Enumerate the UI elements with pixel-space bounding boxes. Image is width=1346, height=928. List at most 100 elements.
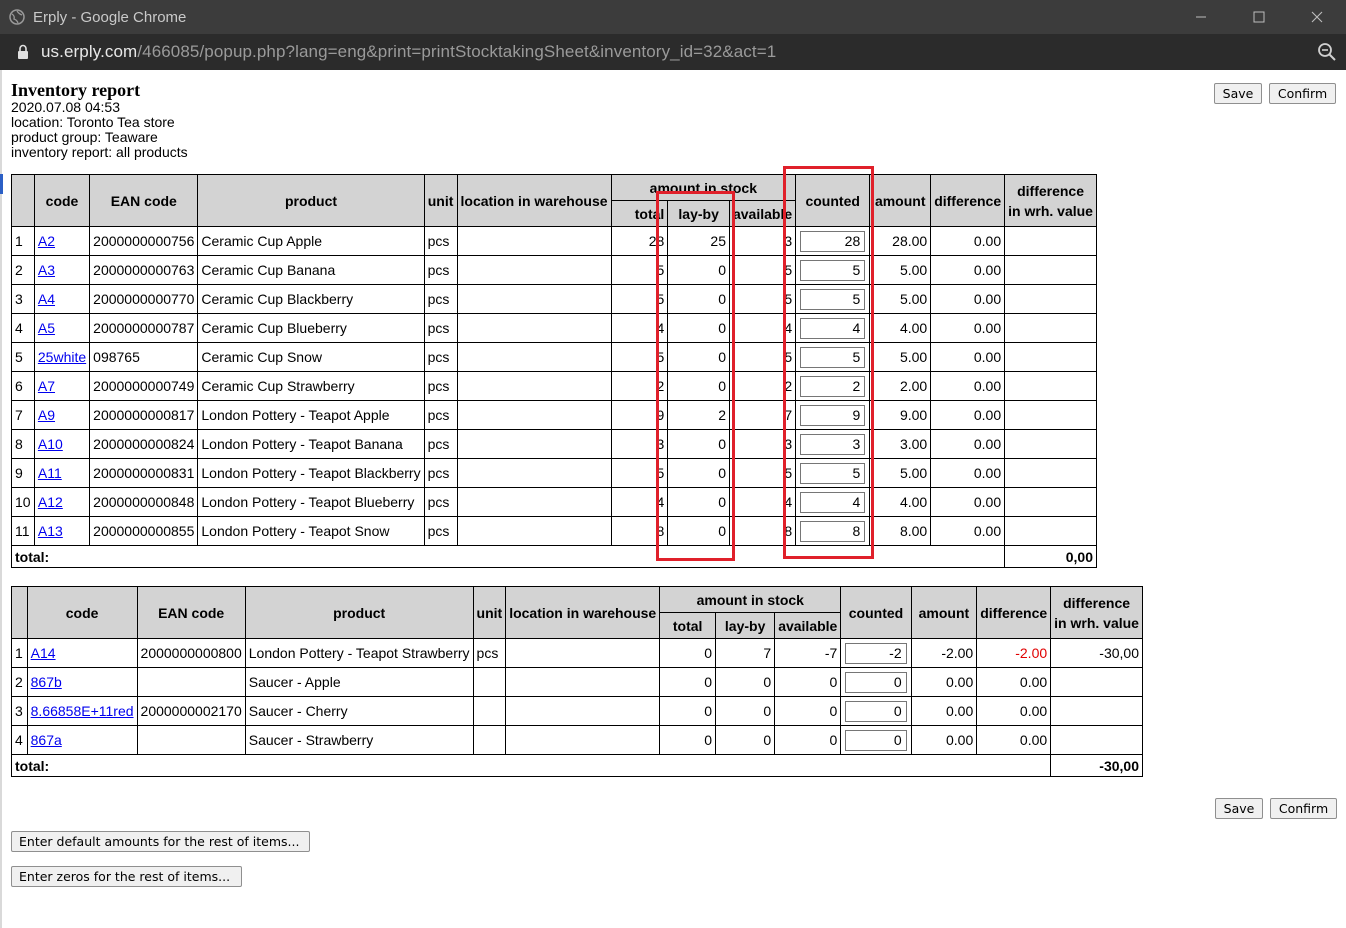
counted-input[interactable]: [800, 375, 866, 397]
product-code-link[interactable]: A9: [38, 407, 55, 423]
location-in-warehouse: [456, 458, 612, 488]
stock-available: 5: [728, 255, 797, 285]
product-name: London Pottery - Teapot Snow: [197, 516, 425, 546]
confirm-button-bottom[interactable]: Confirm: [1270, 798, 1337, 819]
location-in-warehouse: [505, 638, 661, 668]
amount: 2.00: [869, 371, 932, 401]
product-name: London Pottery - Teapot Banana: [197, 429, 425, 459]
col-difference: difference: [930, 174, 1006, 227]
product-code-link[interactable]: A4: [38, 291, 55, 307]
difference: -2.00: [976, 638, 1052, 668]
url-text[interactable]: us.erply.com/466085/popup.php?lang=eng&p…: [41, 42, 776, 62]
report-header: Inventory report 2020.07.08 04:53 locati…: [11, 81, 188, 160]
address-bar[interactable]: us.erply.com/466085/popup.php?lang=eng&p…: [0, 34, 1346, 70]
counted-input[interactable]: [845, 642, 907, 664]
product-code-link[interactable]: A7: [38, 378, 55, 394]
difference-in-value: [1004, 255, 1097, 285]
close-window-button[interactable]: [1288, 0, 1346, 34]
unit: pcs: [423, 400, 458, 430]
counted-input[interactable]: [800, 462, 866, 484]
enter-zeros-button[interactable]: Enter zeros for the rest of items...: [11, 866, 242, 887]
product-code-link[interactable]: A11: [38, 465, 62, 481]
stock-available: 3: [728, 429, 797, 459]
total-label: total:: [10, 754, 1052, 777]
table-row: 4867aSaucer - Strawberry0000.000.00: [11, 725, 1143, 755]
product-code-link[interactable]: A5: [38, 320, 55, 336]
total-row: total: -30,00: [10, 754, 1143, 777]
difference-in-value: [1004, 400, 1097, 430]
ean-code: 2000000000817: [89, 400, 199, 430]
col-amount: amount: [869, 174, 932, 227]
counted-input[interactable]: [800, 288, 866, 310]
counted-input[interactable]: [800, 346, 866, 368]
confirm-button-top[interactable]: Confirm: [1269, 83, 1336, 104]
product-code-link[interactable]: A10: [38, 436, 63, 452]
row-number: 1: [11, 226, 35, 256]
left-accent: [0, 174, 3, 194]
stock-total: 0: [659, 667, 717, 697]
product-code-cell: 8.66858E+11red: [26, 696, 138, 726]
window-title: Erply - Google Chrome: [33, 8, 187, 26]
difference: 0.00: [930, 458, 1006, 488]
counted-cell: [840, 638, 912, 668]
counted-input[interactable]: [845, 671, 907, 693]
col-difference-value: difference in wrh. value: [1004, 174, 1097, 227]
product-code-link[interactable]: 25white: [38, 349, 86, 365]
location-in-warehouse: [456, 226, 612, 256]
stock-available: 7: [728, 400, 797, 430]
counted-input[interactable]: [800, 317, 866, 339]
product-name: Ceramic Cup Banana: [197, 255, 425, 285]
stock-total: 8: [610, 516, 669, 546]
difference: 0.00: [976, 725, 1052, 755]
amount: 4.00: [869, 313, 932, 343]
counted-input[interactable]: [800, 404, 866, 426]
product-code-link[interactable]: A2: [38, 233, 55, 249]
counted-input[interactable]: [800, 230, 866, 252]
product-code-link[interactable]: A14: [31, 645, 56, 661]
minimize-button[interactable]: [1172, 0, 1230, 34]
difference-in-value: [1004, 226, 1097, 256]
product-code-link[interactable]: A13: [38, 523, 63, 539]
counted-input[interactable]: [800, 259, 866, 281]
save-button-bottom[interactable]: Save: [1215, 798, 1263, 819]
location-in-warehouse: [456, 429, 612, 459]
stock-layby: 25: [667, 226, 730, 256]
amount: 0.00: [910, 725, 978, 755]
amount: -2.00: [910, 638, 978, 668]
enter-default-amounts-button[interactable]: Enter default amounts for the rest of it…: [11, 831, 310, 852]
counted-input[interactable]: [800, 491, 866, 513]
difference-in-value: [1004, 516, 1097, 546]
counted-input[interactable]: [800, 520, 866, 542]
location-in-warehouse: [456, 400, 612, 430]
save-button-top[interactable]: Save: [1214, 83, 1262, 104]
col-ean: EAN code: [136, 586, 246, 639]
difference-in-value: [1004, 342, 1097, 372]
product-code-cell: A10: [33, 429, 91, 459]
zoom-icon[interactable]: [1317, 42, 1337, 62]
ean-code: 2000000002170: [136, 696, 246, 726]
left-edge: [0, 70, 2, 928]
table-row: 525white098765Ceramic Cup Snowpcs5055.00…: [11, 342, 1097, 372]
ean-code: 2000000000831: [89, 458, 199, 488]
product-code-link[interactable]: 867b: [31, 674, 62, 690]
stock-available: 4: [728, 313, 797, 343]
product-code-link[interactable]: A3: [38, 262, 55, 278]
product-code-link[interactable]: 867a: [31, 732, 62, 748]
location-in-warehouse: [456, 487, 612, 517]
stock-layby: 7: [715, 638, 776, 668]
counted-input[interactable]: [800, 433, 866, 455]
product-code-link[interactable]: A12: [38, 494, 63, 510]
row-number: 3: [11, 284, 35, 314]
amount: 5.00: [869, 458, 932, 488]
product-code-link[interactable]: 8.66858E+11red: [31, 703, 134, 719]
stock-available: 2: [728, 371, 797, 401]
amount: 3.00: [869, 429, 932, 459]
counted-input[interactable]: [845, 729, 907, 751]
col-location: location in warehouse: [456, 174, 612, 227]
product-code-cell: 867a: [26, 725, 138, 755]
counted-input[interactable]: [845, 700, 907, 722]
maximize-button[interactable]: [1230, 0, 1288, 34]
product-code-cell: A4: [33, 284, 91, 314]
col-layby: lay-by: [715, 612, 776, 639]
stock-layby: 0: [667, 458, 730, 488]
